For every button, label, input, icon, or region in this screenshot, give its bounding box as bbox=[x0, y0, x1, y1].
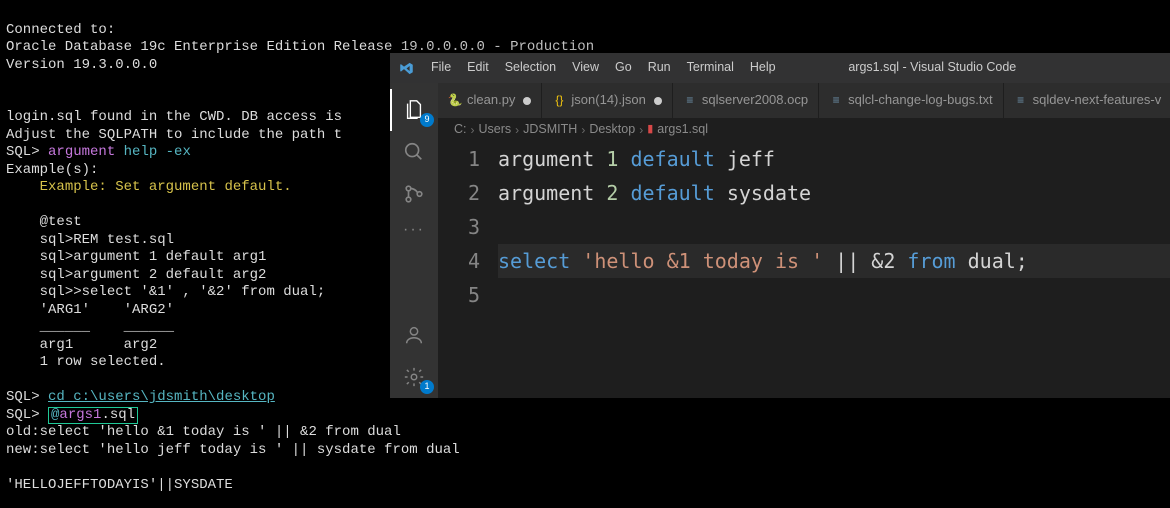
menu-bar: File Edit Selection View Go Run Terminal… bbox=[424, 57, 783, 79]
terminal-line: @test bbox=[6, 214, 82, 230]
terminal-line: sql>argument 2 default arg2 bbox=[6, 267, 266, 283]
tab-json[interactable]: {} json(14).json bbox=[542, 83, 672, 118]
code-text[interactable]: argument 1 default jeff argument 2 defau… bbox=[498, 142, 1170, 398]
vscode-window: File Edit Selection View Go Run Terminal… bbox=[390, 53, 1170, 398]
terminal-prompt-line: SQL> @args1.sql bbox=[6, 407, 138, 423]
tab-ocp[interactable]: ≡ sqlserver2008.ocp bbox=[673, 83, 819, 118]
terminal-line: login.sql found in the CWD. DB access is bbox=[6, 109, 342, 125]
window-title: args1.sql - Visual Studio Code bbox=[783, 60, 1162, 76]
menu-view[interactable]: View bbox=[565, 57, 606, 79]
terminal-prompt-line: SQL> argument help -ex bbox=[6, 144, 191, 160]
settings-icon[interactable]: 1 bbox=[390, 356, 438, 398]
tab-label: clean.py bbox=[467, 92, 515, 108]
sql-file-icon: ▮ bbox=[647, 123, 653, 137]
code-line[interactable]: argument 2 default sysdate bbox=[498, 176, 1170, 210]
terminal-line: arg1 arg2 bbox=[6, 337, 157, 353]
tab-bar: 🐍 clean.py {} json(14).json ≡ sqlserver2… bbox=[438, 83, 1170, 118]
settings-badge: 1 bbox=[420, 380, 434, 394]
chevron-right-icon: › bbox=[471, 123, 475, 138]
line-number: 3 bbox=[438, 210, 480, 244]
code-line[interactable] bbox=[498, 278, 1170, 312]
line-number: 5 bbox=[438, 278, 480, 312]
code-line[interactable]: argument 1 default jeff bbox=[498, 142, 1170, 176]
terminal-line: sql>>select '&1' , '&2' from dual; bbox=[6, 284, 325, 300]
chevron-right-icon: › bbox=[581, 123, 585, 138]
terminal-line: ______ ______ bbox=[6, 319, 174, 335]
generic-file-icon: ≡ bbox=[683, 93, 697, 108]
tab-clean-py[interactable]: 🐍 clean.py bbox=[438, 83, 542, 118]
breadcrumb-segment[interactable]: Desktop bbox=[589, 122, 635, 138]
line-number: 1 bbox=[438, 142, 480, 176]
menu-terminal[interactable]: Terminal bbox=[680, 57, 741, 79]
code-line-current[interactable]: select 'hello &1 today is ' || &2 from d… bbox=[498, 244, 1170, 278]
terminal-line: sql>argument 1 default arg1 bbox=[6, 249, 266, 265]
text-file-icon: ≡ bbox=[1014, 93, 1028, 108]
more-icon[interactable]: ··· bbox=[390, 215, 438, 245]
terminal-line: 'ARG1' 'ARG2' bbox=[6, 302, 174, 318]
tab-txt1[interactable]: ≡ sqlcl-change-log-bugs.txt bbox=[819, 83, 1004, 118]
terminal-line: Example(s): bbox=[6, 162, 98, 178]
code-line[interactable] bbox=[498, 210, 1170, 244]
menu-go[interactable]: Go bbox=[608, 57, 639, 79]
explorer-icon[interactable]: 9 bbox=[390, 89, 438, 131]
line-number-gutter: 1 2 3 4 5 bbox=[438, 142, 498, 398]
tab-label: sqlcl-change-log-bugs.txt bbox=[848, 92, 993, 108]
activity-bar: 9 ··· 1 bbox=[390, 83, 438, 398]
tab-label: sqlserver2008.ocp bbox=[702, 92, 808, 108]
menu-file[interactable]: File bbox=[424, 57, 458, 79]
terminal-prompt-line: SQL> cd c:\users\jdsmith\desktop bbox=[6, 389, 275, 405]
explorer-badge: 9 bbox=[420, 113, 434, 127]
chevron-right-icon: › bbox=[639, 123, 643, 138]
breadcrumb-segment[interactable]: Users bbox=[479, 122, 512, 138]
breadcrumb-segment[interactable]: JDSMITH bbox=[523, 122, 577, 138]
terminal-line: Adjust the SQLPATH to include the path t bbox=[6, 127, 342, 143]
modified-dot-icon bbox=[654, 97, 662, 105]
vscode-logo-icon bbox=[398, 60, 414, 76]
tab-label: sqldev-next-features-v bbox=[1033, 92, 1162, 108]
tab-label: json(14).json bbox=[571, 92, 645, 108]
modified-dot-icon bbox=[523, 97, 531, 105]
terminal-line: sql>REM test.sql bbox=[6, 232, 174, 248]
terminal-line: 1 row selected. bbox=[6, 354, 166, 370]
source-control-icon[interactable] bbox=[390, 173, 438, 215]
line-number: 2 bbox=[438, 176, 480, 210]
terminal-line: Version 19.3.0.0.0 bbox=[6, 57, 157, 73]
title-bar[interactable]: File Edit Selection View Go Run Terminal… bbox=[390, 53, 1170, 83]
menu-run[interactable]: Run bbox=[641, 57, 678, 79]
editor-area: 🐍 clean.py {} json(14).json ≡ sqlserver2… bbox=[438, 83, 1170, 398]
python-file-icon: 🐍 bbox=[448, 93, 462, 108]
tab-txt2[interactable]: ≡ sqldev-next-features-v bbox=[1004, 83, 1170, 118]
menu-selection[interactable]: Selection bbox=[498, 57, 563, 79]
menu-help[interactable]: Help bbox=[743, 57, 783, 79]
menu-edit[interactable]: Edit bbox=[460, 57, 496, 79]
line-number: 4 bbox=[438, 244, 480, 278]
code-editor[interactable]: 1 2 3 4 5 argument 1 default jeff argume… bbox=[438, 142, 1170, 398]
terminal-line: old:select 'hello &1 today is ' || &2 fr… bbox=[6, 424, 401, 440]
json-file-icon: {} bbox=[552, 93, 566, 108]
search-icon[interactable] bbox=[390, 131, 438, 173]
breadcrumb[interactable]: C:› Users› JDSMITH› Desktop› ▮ args1.sql bbox=[438, 118, 1170, 142]
text-file-icon: ≡ bbox=[829, 93, 843, 108]
account-icon[interactable] bbox=[390, 314, 438, 356]
breadcrumb-file[interactable]: args1.sql bbox=[657, 122, 708, 138]
chevron-right-icon: › bbox=[515, 123, 519, 138]
terminal-line: 'HELLOJEFFTODAYIS'||SYSDATE bbox=[6, 477, 233, 493]
terminal-line: new:select 'hello jeff today is ' || sys… bbox=[6, 442, 460, 458]
terminal-example-title: Example: Set argument default. bbox=[6, 179, 292, 195]
breadcrumb-segment[interactable]: C: bbox=[454, 122, 467, 138]
terminal-line: Connected to: bbox=[6, 22, 115, 38]
highlighted-command: @args1.sql bbox=[48, 407, 138, 424]
